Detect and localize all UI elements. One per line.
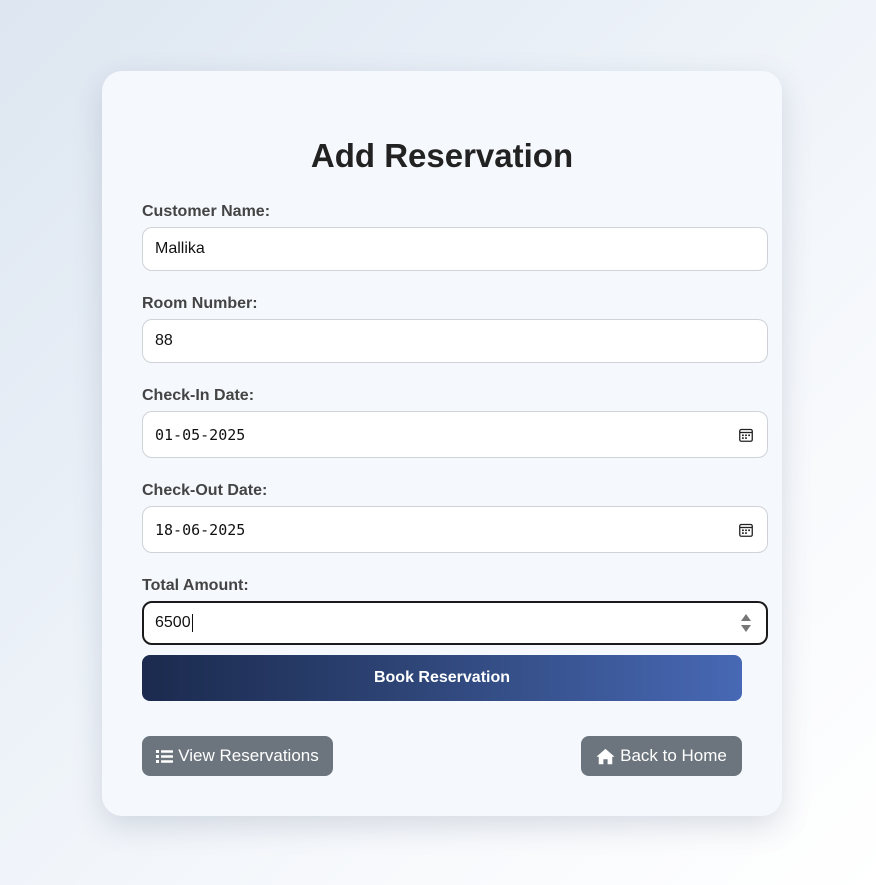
customer-name-value: Mallika	[155, 240, 205, 257]
check-in-date-input[interactable]: 01-05-2025	[142, 411, 768, 458]
back-to-home-button[interactable]: Back to Home	[581, 736, 742, 776]
total-amount-input[interactable]: 6500	[142, 601, 768, 645]
back-to-home-label: Back to Home	[620, 746, 727, 765]
reservation-card: Add Reservation Customer Name: Mallika R…	[102, 71, 782, 816]
total-amount-value: 6500	[155, 614, 191, 631]
check-out-label: Check-Out Date:	[142, 482, 268, 499]
view-reservations-label: View Reservations	[178, 746, 319, 765]
text-caret	[191, 614, 193, 632]
spinner-arrows-icon[interactable]	[740, 612, 752, 634]
book-reservation-button[interactable]: Book Reservation	[142, 655, 742, 701]
home-icon	[596, 748, 615, 764]
view-reservations-button[interactable]: View Reservations	[142, 736, 333, 776]
customer-name-input[interactable]: Mallika	[142, 227, 768, 271]
total-amount-label: Total Amount:	[142, 577, 249, 594]
calendar-icon[interactable]	[739, 428, 753, 442]
check-in-value: 01-05-2025	[155, 425, 246, 444]
check-in-label: Check-In Date:	[142, 387, 255, 404]
room-number-value: 88	[155, 332, 173, 349]
calendar-icon[interactable]	[739, 523, 753, 537]
list-icon	[156, 749, 174, 763]
page-title: Add Reservation	[310, 137, 574, 174]
check-out-date-input[interactable]: 18-06-2025	[142, 506, 768, 553]
room-number-input[interactable]: 88	[142, 319, 768, 363]
room-number-label: Room Number:	[142, 295, 258, 312]
customer-name-label: Customer Name:	[142, 203, 271, 220]
check-out-value: 18-06-2025	[155, 520, 246, 539]
